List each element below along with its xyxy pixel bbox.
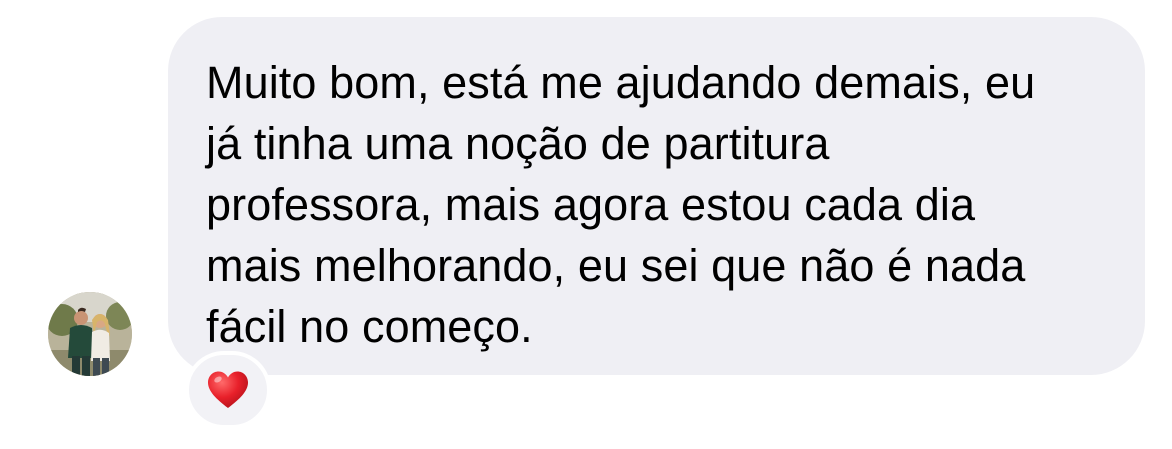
message-text: Muito bom, está me ajudando demais, eu j…: [206, 57, 1036, 352]
sender-avatar[interactable]: [48, 292, 132, 376]
message-bubble[interactable]: Muito bom, está me ajudando demais, eu j…: [168, 17, 1145, 375]
reaction-badge[interactable]: [185, 351, 271, 429]
profile-photo-icon: [48, 292, 132, 376]
red-heart-icon: [208, 371, 248, 408]
